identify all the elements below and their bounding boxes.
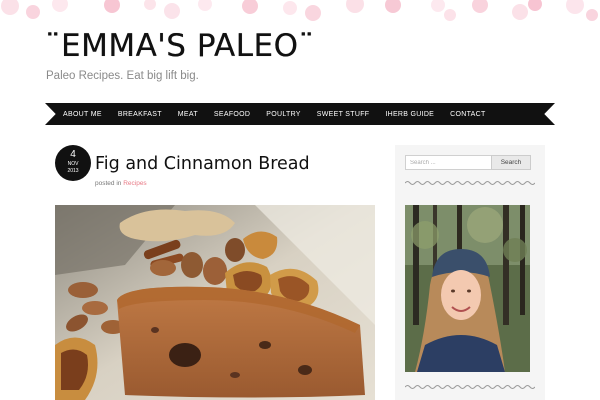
search-input[interactable] xyxy=(405,155,493,170)
nav-item-about-me[interactable]: ABOUT ME xyxy=(63,111,102,118)
nav-list: ABOUT ME BREAKFAST MEAT SEAFOOD POULTRY … xyxy=(63,103,502,125)
sidebar: Search xyxy=(395,145,545,400)
wavy-divider xyxy=(405,181,535,185)
site-title[interactable]: ¨EMMA'S PALEO¨ xyxy=(45,28,315,64)
post-meta: posted in Recipes xyxy=(95,180,147,187)
post-title[interactable]: Fig and Cinnamon Bread xyxy=(95,154,310,174)
post-date-day: 4 xyxy=(70,149,76,160)
nav-item-poultry[interactable]: POULTRY xyxy=(266,111,301,118)
search-button[interactable]: Search xyxy=(491,155,531,170)
post-date-month: NOV xyxy=(67,161,79,167)
post-category-link[interactable]: Recipes xyxy=(123,180,146,187)
post-featured-image[interactable] xyxy=(55,205,375,400)
nav-item-contact[interactable]: CONTACT xyxy=(450,111,485,118)
wavy-divider-bottom xyxy=(405,385,535,389)
posted-in-label: posted in xyxy=(95,180,122,187)
post-date-badge: 4 NOV 2013 xyxy=(55,145,91,181)
nav-item-breakfast[interactable]: BREAKFAST xyxy=(118,111,162,118)
post-date-year: 2013 xyxy=(67,168,79,174)
main-nav: ABOUT ME BREAKFAST MEAT SEAFOOD POULTRY … xyxy=(45,103,555,125)
nav-item-seafood[interactable]: SEAFOOD xyxy=(214,111,250,118)
decorative-dots-banner xyxy=(1,0,598,21)
nav-item-iherb-guide[interactable]: IHERB GUIDE xyxy=(385,111,434,118)
profile-photo[interactable] xyxy=(405,205,530,372)
site-tagline: Paleo Recipes. Eat big lift big. xyxy=(46,70,199,82)
nav-item-meat[interactable]: MEAT xyxy=(178,111,198,118)
nav-item-sweet-stuff[interactable]: SWEET STUFF xyxy=(317,111,370,118)
